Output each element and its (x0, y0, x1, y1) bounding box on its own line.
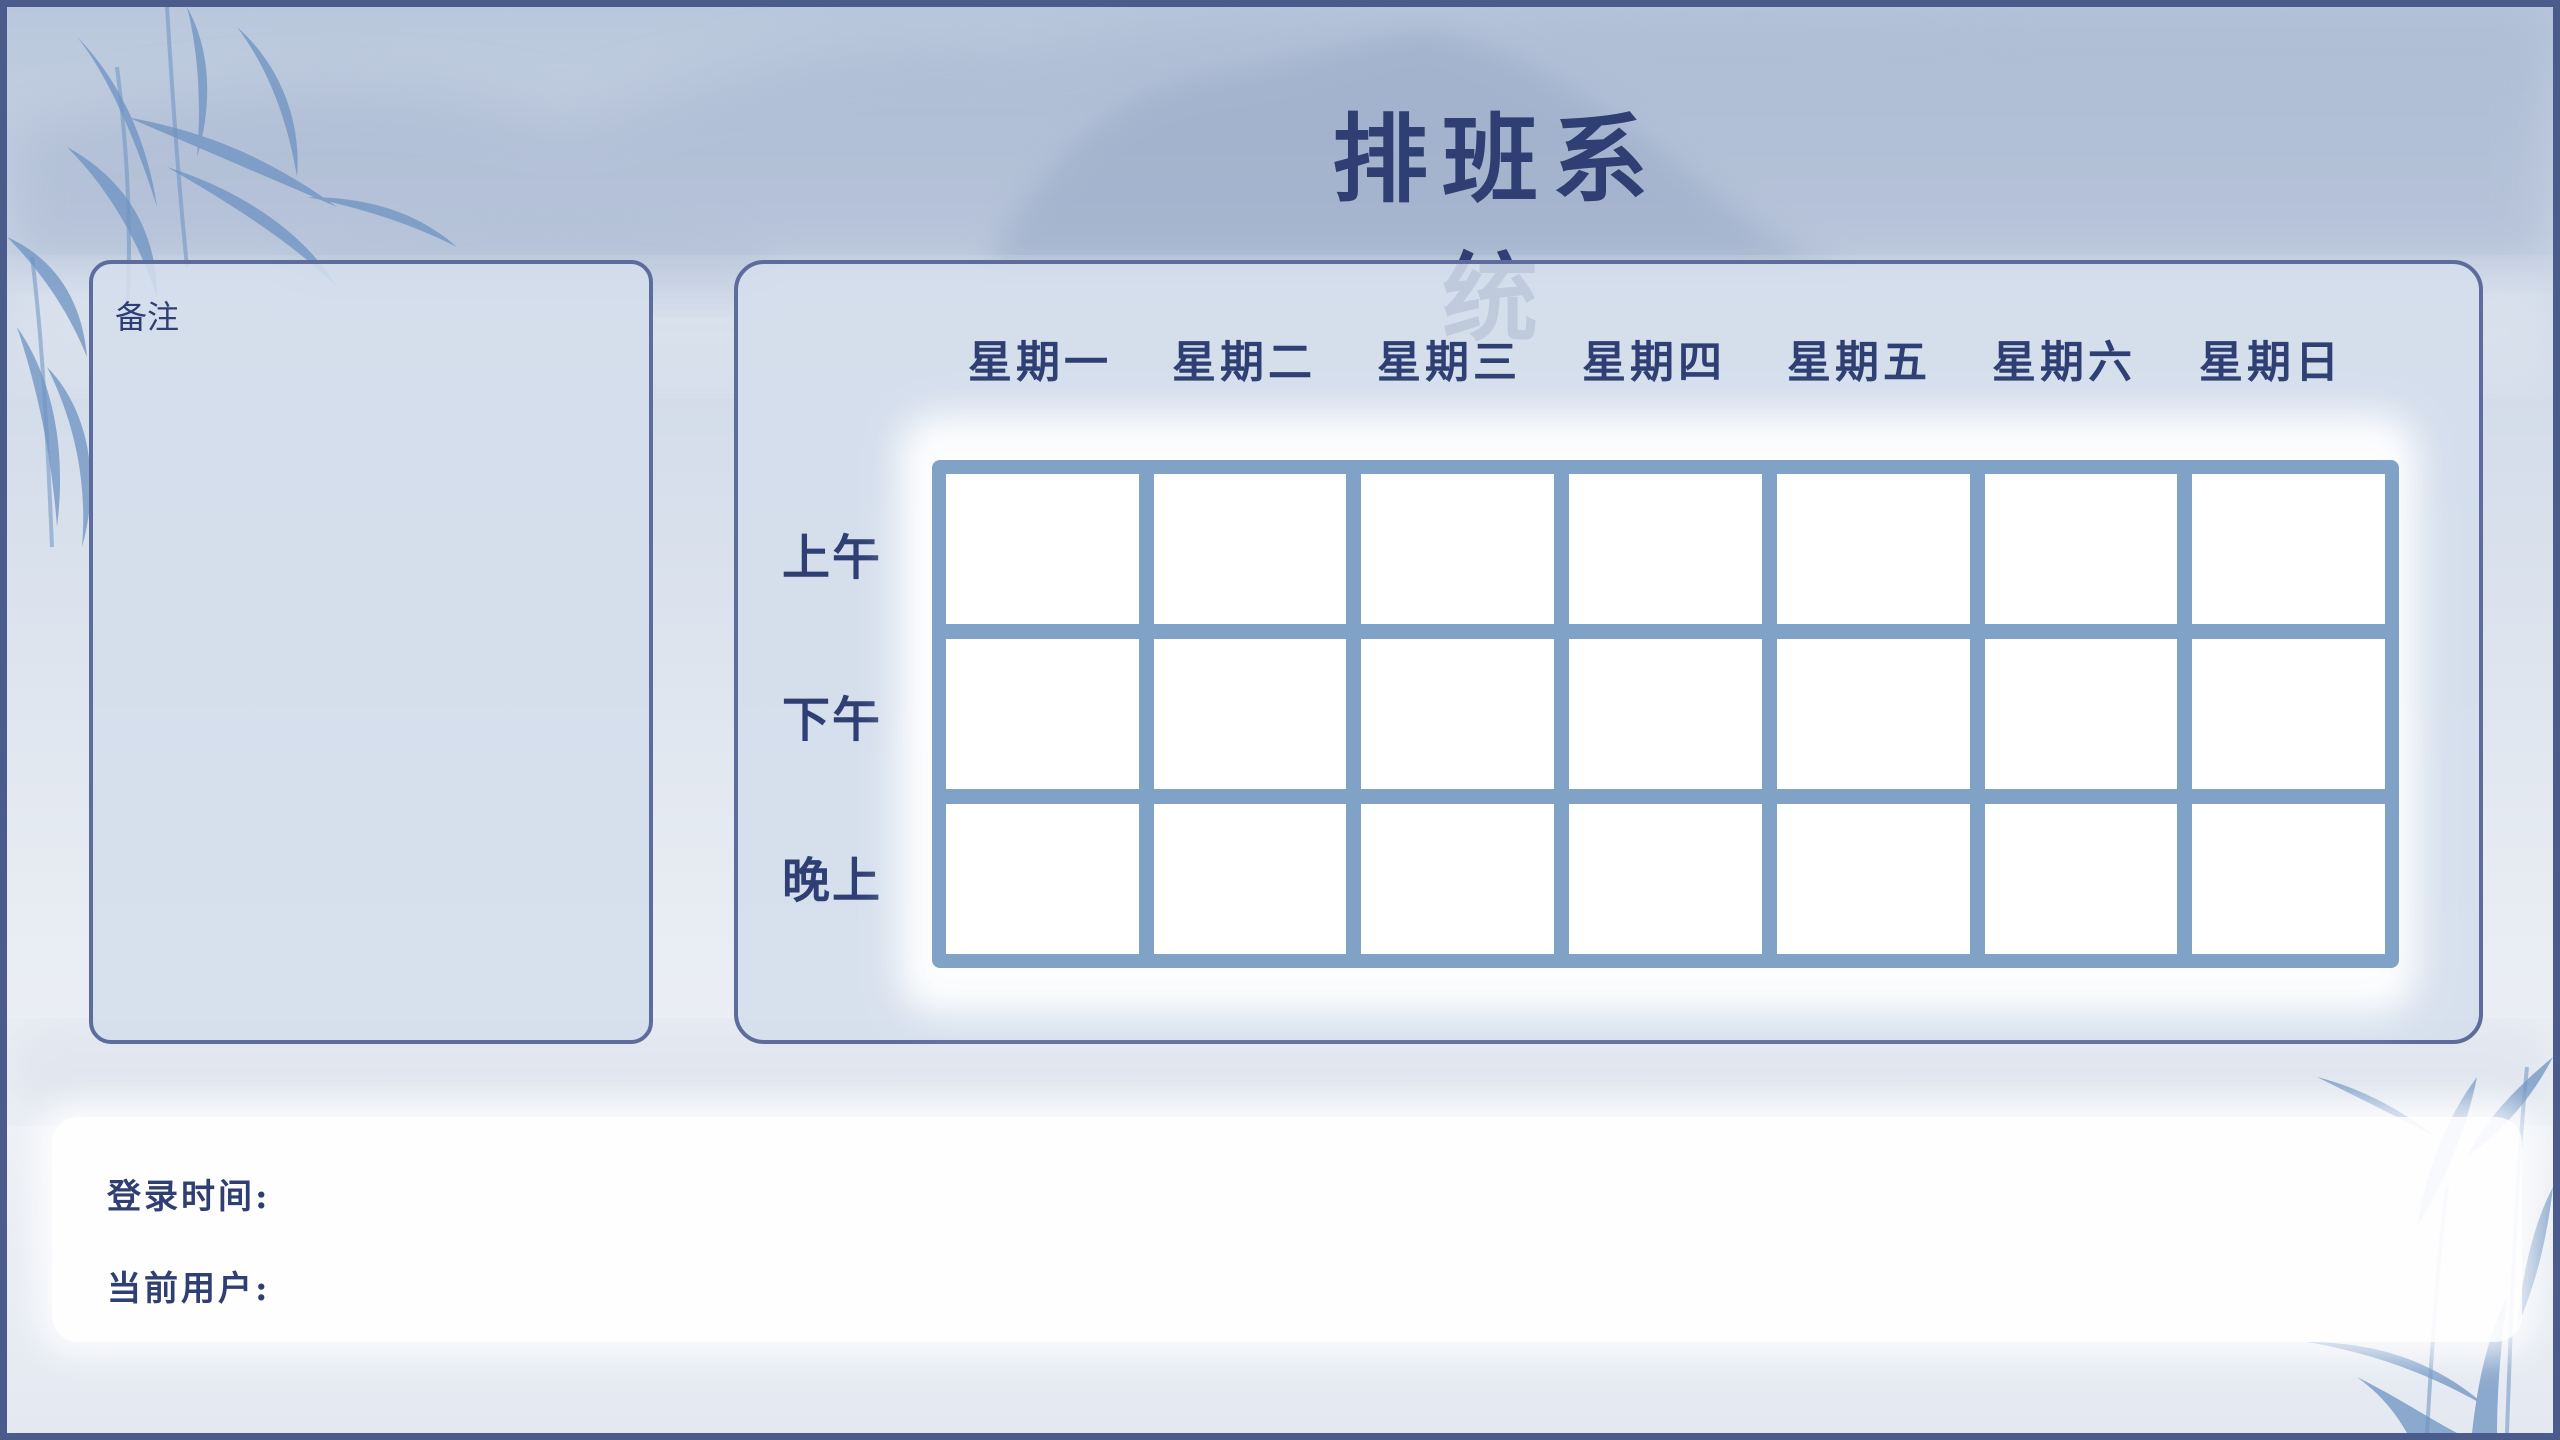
day-header-mon: 星期一 (968, 337, 1112, 388)
day-header-thu: 星期四 (1582, 337, 1726, 388)
day-header-tue: 星期二 (1172, 337, 1316, 388)
notes-panel[interactable]: 备注 (89, 260, 653, 1044)
schedule-cell-evening-thu[interactable] (1569, 804, 1762, 954)
schedule-panel: 星期一 星期二 星期三 星期四 星期五 星期六 星期日 上午 下午 晚上 (734, 260, 2483, 1044)
schedule-cell-afternoon-mon[interactable] (946, 639, 1139, 789)
schedule-cell-morning-fri[interactable] (1776, 474, 1970, 624)
schedule-cell-morning-sat[interactable] (1984, 474, 2178, 624)
notes-label: 备注 (115, 298, 180, 336)
schedule-cell-morning-thu[interactable] (1569, 474, 1762, 624)
schedule-cell-afternoon-tue[interactable] (1153, 639, 1347, 789)
schedule-cell-morning-tue[interactable] (1153, 474, 1347, 624)
period-label-afternoon: 下午 (782, 692, 883, 748)
schedule-cell-evening-mon[interactable] (946, 804, 1139, 954)
current-user-label: 当前用户: (107, 1269, 271, 1309)
period-label-morning: 上午 (782, 530, 883, 586)
schedule-cell-morning-mon[interactable] (946, 474, 1139, 624)
current-user-row: 当前用户: (107, 1261, 271, 1310)
schedule-cell-morning-sun[interactable] (2192, 474, 2385, 624)
schedule-cell-afternoon-wed[interactable] (1361, 639, 1555, 789)
schedule-cell-evening-sat[interactable] (1984, 804, 2178, 954)
schedule-cell-evening-wed[interactable] (1361, 804, 1555, 954)
day-header-wed: 星期三 (1377, 337, 1521, 388)
schedule-cell-afternoon-sun[interactable] (2192, 639, 2385, 789)
schedule-grid (932, 460, 2399, 968)
status-footer: 登录时间: 当前用户: (52, 1117, 2522, 1342)
schedule-cell-evening-tue[interactable] (1153, 804, 1347, 954)
app-window: 排班系统 备注 星期一 星期二 星期三 星期四 星期五 星期六 星期日 上午 下… (0, 0, 2560, 1440)
schedule-cell-afternoon-fri[interactable] (1776, 639, 1970, 789)
schedule-cell-morning-wed[interactable] (1361, 474, 1555, 624)
period-label-evening: 晚上 (782, 853, 883, 909)
day-header-sat: 星期六 (1992, 337, 2136, 388)
day-header-sun: 星期日 (2199, 337, 2343, 388)
schedule-cell-evening-fri[interactable] (1776, 804, 1970, 954)
day-header-fri: 星期五 (1787, 337, 1931, 388)
schedule-cell-afternoon-thu[interactable] (1569, 639, 1762, 789)
schedule-cell-evening-sun[interactable] (2192, 804, 2385, 954)
schedule-cell-afternoon-sat[interactable] (1984, 639, 2178, 789)
login-time-row: 登录时间: (107, 1169, 271, 1218)
login-time-label: 登录时间: (107, 1177, 271, 1217)
